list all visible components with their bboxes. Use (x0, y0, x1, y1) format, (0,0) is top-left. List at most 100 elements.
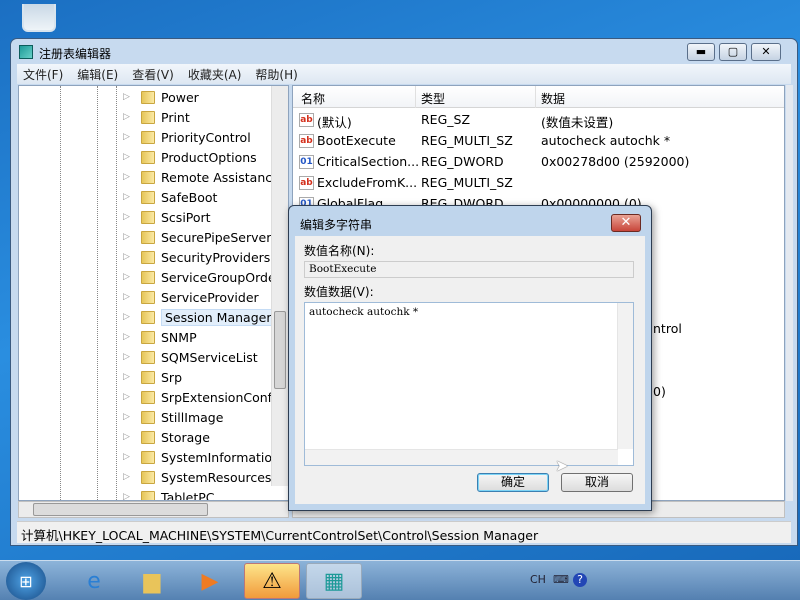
list-row[interactable]: ab BootExecute REG_MULTI_SZ autocheck autoc… (293, 131, 783, 152)
expand-arrow-icon[interactable]: ▷ (123, 352, 133, 362)
menu-help[interactable]: 帮助(H) (249, 64, 305, 84)
tree-item[interactable]: ▷ ServiceGroupOrder (123, 267, 281, 287)
recycle-bin-icon[interactable] (22, 4, 56, 32)
menu-file[interactable]: 文件(F) (17, 64, 71, 84)
tree-item-label: Power (161, 89, 199, 105)
tree-item-label: Srp (161, 369, 183, 385)
cancel-button[interactable]: 取消 (561, 473, 633, 492)
tree-item[interactable]: ▷ Remote Assistance (123, 167, 280, 187)
start-button[interactable]: ⊞ (6, 562, 46, 600)
expand-arrow-icon[interactable]: ▷ (123, 132, 133, 142)
tree-item[interactable]: ▷ SNMP (123, 327, 197, 347)
expand-arrow-icon[interactable]: ▷ (123, 172, 133, 182)
expand-arrow-icon[interactable]: ▷ (123, 412, 133, 422)
tree-item-label: SafeBoot (161, 189, 218, 205)
column-name[interactable]: 名称 (301, 90, 325, 107)
language-indicator[interactable]: CH (530, 573, 546, 586)
tree-item[interactable]: ▷ StillImage (123, 407, 223, 427)
tree-item[interactable]: ▷ SecurePipeServers (123, 227, 278, 247)
expand-arrow-icon[interactable]: ▷ (123, 272, 133, 282)
expand-arrow-icon[interactable]: ▷ (123, 372, 133, 382)
tree-item-label: SecurePipeServers (161, 229, 278, 245)
tree-item-label: ScsiPort (161, 209, 211, 225)
list-row[interactable]: 01 CriticalSection... REG_DWORD 0x00278d00 … (293, 152, 783, 173)
help-icon[interactable]: ? (573, 573, 587, 587)
tree-item[interactable]: ▷ PriorityControl (123, 127, 251, 147)
expand-arrow-icon[interactable]: ▷ (123, 472, 133, 482)
value-name: ExcludeFromK... (317, 175, 418, 190)
tree-item[interactable]: ▷ ProductOptions (123, 147, 257, 167)
tree-horizontal-scrollbar[interactable] (18, 501, 289, 518)
tree-item[interactable]: ▷ Storage (123, 427, 210, 447)
expand-arrow-icon[interactable]: ▷ (123, 192, 133, 202)
dialog-close-button[interactable]: ✕ (611, 214, 641, 232)
tree-item[interactable]: ▷ SystemInformation (123, 447, 280, 467)
expand-arrow-icon[interactable]: ▷ (123, 232, 133, 242)
maximize-button[interactable]: ▢ (719, 43, 747, 61)
textarea-vertical-scrollbar[interactable] (617, 303, 633, 449)
internet-explorer-icon[interactable]: e (66, 563, 122, 599)
expand-arrow-icon[interactable]: ▷ (123, 332, 133, 342)
tree-item[interactable]: ▷ ServiceProvider (123, 287, 259, 307)
tree-vertical-scrollbar[interactable] (271, 86, 288, 486)
list-row[interactable]: ab ExcludeFromK... REG_MULTI_SZ (293, 173, 783, 194)
tree-item[interactable]: ▷ SystemResources (123, 467, 271, 487)
folder-icon (141, 450, 155, 464)
value-name: CriticalSection... (317, 154, 420, 169)
list-row[interactable]: ab (默认) REG_SZ (数值未设置) (293, 110, 783, 131)
folder-icon (141, 490, 155, 500)
expand-arrow-icon[interactable]: ▷ (123, 252, 133, 262)
expand-arrow-icon[interactable]: ▷ (123, 112, 133, 122)
expand-arrow-icon[interactable]: ▷ (123, 92, 133, 102)
tree-item[interactable]: ▷ SecurityProviders (123, 247, 270, 267)
media-player-icon[interactable]: ▶ (182, 563, 238, 599)
folder-icon (141, 90, 155, 104)
expand-arrow-icon[interactable]: ▷ (123, 212, 133, 222)
expand-arrow-icon[interactable]: ▷ (123, 152, 133, 162)
edit-multi-string-dialog: 编辑多字符串 ✕ 数值名称(N): BootExecute 数值数据(V): a… (288, 205, 652, 511)
menu-bar: 文件(F) 编辑(E) 查看(V) 收藏夹(A) 帮助(H) (17, 64, 791, 84)
scroll-thumb[interactable] (33, 503, 208, 516)
tree-item[interactable]: ▷ SrpExtensionConfig (123, 387, 283, 407)
file-explorer-icon[interactable]: ▆ (124, 563, 180, 599)
tree-item[interactable]: ▷ ScsiPort (123, 207, 211, 227)
tree-item[interactable]: ▷ TabletPC (123, 487, 215, 500)
tree-item[interactable]: ▷ Session Manager (123, 307, 276, 327)
folder-icon (141, 330, 155, 344)
expand-arrow-icon[interactable]: ▷ (123, 492, 133, 500)
folder-icon (141, 130, 155, 144)
folder-icon (141, 410, 155, 424)
tree-item[interactable]: ▷ SQMServiceList (123, 347, 258, 367)
ok-button[interactable]: 确定 (477, 473, 549, 492)
value-data-textarea[interactable]: autocheck autochk * (304, 302, 634, 466)
tree-item[interactable]: ▷ Power (123, 87, 199, 107)
column-data[interactable]: 数据 (541, 90, 565, 107)
expand-arrow-icon[interactable]: ▷ (123, 392, 133, 402)
tree-item-label: StillImage (161, 409, 224, 425)
value-name-field[interactable]: BootExecute (304, 261, 634, 278)
expand-arrow-icon[interactable]: ▷ (123, 452, 133, 462)
close-button[interactable]: ✕ (751, 43, 781, 61)
menu-favorites[interactable]: 收藏夹(A) (182, 64, 250, 84)
menu-edit[interactable]: 编辑(E) (71, 64, 126, 84)
keyboard-icon[interactable]: ⌨ (553, 573, 569, 586)
expand-arrow-icon[interactable]: ▷ (123, 312, 133, 322)
partial-text: ntrol (653, 321, 682, 336)
textarea-horizontal-scrollbar[interactable] (305, 449, 618, 465)
expand-arrow-icon[interactable]: ▷ (123, 432, 133, 442)
list-vertical-scrollbar[interactable] (786, 85, 793, 501)
menu-view[interactable]: 查看(V) (126, 64, 182, 84)
value-data: 0x00278d00 (2592000) (541, 154, 690, 169)
tree-item[interactable]: ▷ Print (123, 107, 190, 127)
minimize-button[interactable]: ▬ (687, 43, 715, 61)
registry-tree[interactable]: ▷ Power ▷ Print ▷ PriorityControl ▷ ProductOpti… (18, 85, 289, 501)
warning-task-icon[interactable]: ⚠ (244, 563, 300, 599)
tree-item[interactable]: ▷ SafeBoot (123, 187, 217, 207)
tree-item[interactable]: ▷ Srp (123, 367, 182, 387)
partial-text: 0) (653, 384, 666, 399)
expand-arrow-icon[interactable]: ▷ (123, 292, 133, 302)
column-type[interactable]: 类型 (421, 90, 445, 107)
scroll-thumb[interactable] (274, 311, 286, 389)
regedit-task-icon[interactable]: ▦ (306, 563, 362, 599)
tree-item-label: SystemResources (161, 469, 272, 485)
